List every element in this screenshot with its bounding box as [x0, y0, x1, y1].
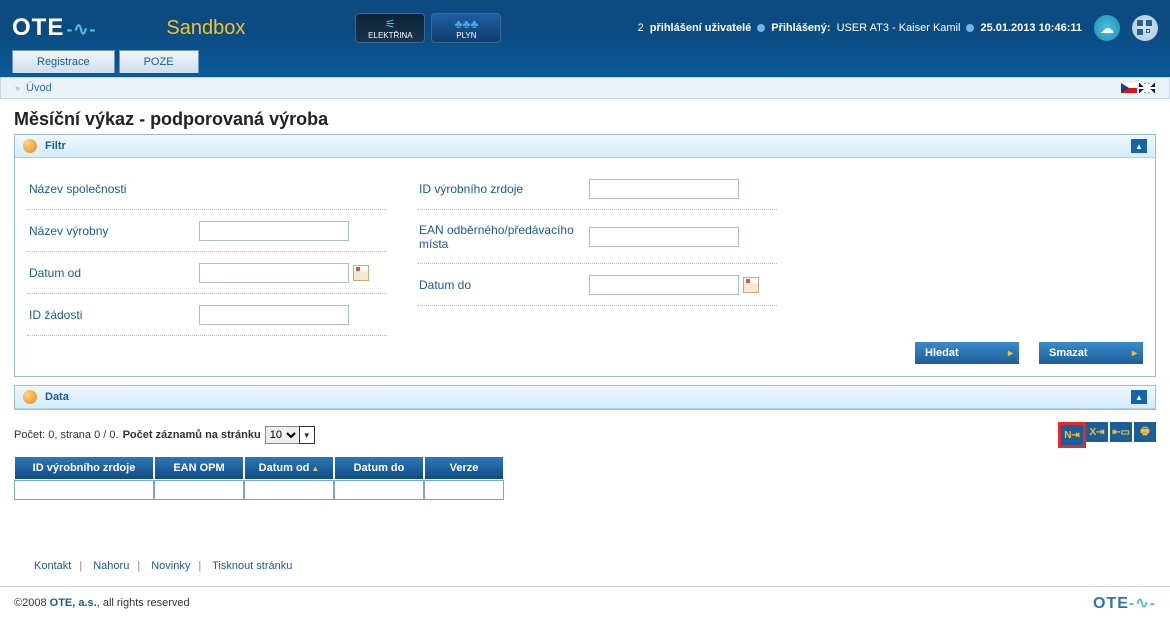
footer-bar: ©2008 OTE, a.s., all rights reserved OTE… — [0, 586, 1170, 619]
calendar-icon[interactable] — [353, 265, 369, 281]
user-name: USER AT3 - Kaiser Kamil — [837, 22, 961, 34]
page-size-label: Počet záznamů na stránku — [123, 429, 261, 441]
input-date-to[interactable] — [589, 275, 739, 295]
label-source-id: ID výrobního zrdoje — [419, 182, 589, 196]
main-nav: Registrace POZE — [12, 50, 1158, 77]
clear-button[interactable]: Smazat — [1039, 342, 1143, 364]
input-date-from[interactable] — [199, 263, 349, 283]
copyright: ©2008 OTE, a.s., all rights reserved — [14, 597, 190, 609]
label-plant: Název výrobny — [29, 224, 199, 238]
app-header: OTE -∿- Sandbox ⚟ ELEKTŘINA ♣♣♣ PLYN 2 p… — [0, 0, 1170, 77]
link-novinky[interactable]: Novinky — [151, 560, 190, 572]
logo-text: OTE — [12, 14, 64, 42]
electricity-tab[interactable]: ⚟ ELEKTŘINA — [355, 13, 425, 43]
dropdown-icon[interactable]: ▼ — [299, 426, 315, 444]
collapse-button[interactable]: ▲ — [1131, 390, 1147, 404]
label-date-from: Datum od — [29, 266, 199, 280]
logo: OTE -∿- — [12, 14, 96, 42]
label-date-to: Datum do — [419, 278, 589, 292]
page-size-select[interactable]: 10 — [265, 426, 300, 444]
print-button[interactable]: 🖶 — [1134, 422, 1156, 442]
search-button[interactable]: Hledat — [915, 342, 1019, 364]
logout-button[interactable] — [1132, 15, 1158, 41]
login-users-label: přihlášení uživatelé — [650, 22, 751, 34]
data-toolbar: Počet: 0, strana 0 / 0. Počet záznamů na… — [14, 418, 1156, 456]
input-request-id[interactable] — [199, 305, 349, 325]
link-kontakt[interactable]: Kontakt — [34, 560, 71, 572]
flag-cz-icon[interactable] — [1121, 83, 1137, 93]
logo-wave-icon: -∿- — [66, 19, 96, 40]
input-plant[interactable] — [199, 221, 349, 241]
page-title: Měsíční výkaz - podporovaná výroba — [14, 109, 1156, 130]
filter-header: Filtr ▲ — [15, 135, 1155, 158]
flag-uk-icon[interactable] — [1139, 83, 1155, 93]
record-count: Počet: 0, strana 0 / 0. — [14, 429, 119, 441]
col-ean-opm[interactable]: EAN OPM — [154, 456, 244, 480]
dot-icon — [757, 24, 765, 32]
footer-logo: OTE-∿- — [1093, 593, 1156, 613]
ball-icon — [23, 390, 37, 404]
input-ean[interactable] — [589, 227, 739, 247]
calendar-icon[interactable] — [743, 277, 759, 293]
login-count: 2 — [638, 22, 644, 34]
dot-icon — [966, 24, 974, 32]
export-new-button[interactable]: N⇥ — [1061, 425, 1083, 445]
col-source-id[interactable]: ID výrobního zrdoje — [14, 456, 154, 480]
tab-poze[interactable]: POZE — [119, 50, 199, 73]
chat-icon: ☁ — [1100, 20, 1114, 37]
chat-button[interactable]: ☁ — [1094, 15, 1120, 41]
col-date-from[interactable]: Datum od▲ — [244, 456, 334, 480]
label-ean: EAN odběrného/předávacího místa — [419, 223, 589, 251]
label-company: Název společnosti — [29, 182, 199, 196]
data-table: ID výrobního zrdoje EAN OPM Datum od▲ Da… — [14, 456, 504, 500]
table-row — [14, 480, 504, 500]
datetime: 25.01.2013 10:46:11 — [980, 22, 1082, 34]
env-label: Sandbox — [166, 17, 245, 40]
flame-icon: ♣♣♣ — [455, 17, 479, 31]
collapse-button[interactable]: ▲ — [1131, 139, 1147, 153]
data-panel: Data ▲ — [14, 385, 1156, 410]
filter-title: Filtr — [45, 140, 66, 152]
electricity-label: ELEKTŘINA — [368, 31, 412, 40]
breadcrumb-arrow-icon: » — [15, 83, 20, 93]
input-source-id[interactable] — [589, 179, 739, 199]
link-nahoru[interactable]: Nahoru — [93, 560, 129, 572]
col-version[interactable]: Verze — [424, 456, 504, 480]
data-title: Data — [45, 391, 69, 403]
highlight-box: N⇥ — [1058, 422, 1086, 448]
breadcrumb: » Úvod — [0, 77, 1170, 99]
filter-panel: Filtr ▲ Název společnosti Název výrobny … — [14, 134, 1156, 377]
breadcrumb-home-link[interactable]: Úvod — [26, 82, 52, 94]
sort-asc-icon: ▲ — [311, 464, 319, 473]
logout-icon — [1137, 20, 1154, 37]
label-request-id: ID žádosti — [29, 308, 199, 322]
footer-links: Kontakt| Nahoru| Novinky| Tisknout strán… — [14, 550, 1156, 582]
ball-icon — [23, 139, 37, 153]
export-excel-button[interactable]: X⇥ — [1086, 422, 1108, 442]
col-date-to[interactable]: Datum do — [334, 456, 424, 480]
data-header: Data ▲ — [15, 386, 1155, 409]
gas-label: PLYN — [456, 31, 476, 40]
plug-icon: ⚟ — [385, 17, 396, 31]
import-button[interactable]: ⇤▭ — [1110, 422, 1132, 442]
tab-registrace[interactable]: Registrace — [12, 50, 115, 73]
logged-in-label: Přihlášený: — [771, 22, 830, 34]
user-status-area: 2 přihlášení uživatelé Přihlášený: USER … — [638, 15, 1158, 41]
link-tisk[interactable]: Tisknout stránku — [212, 560, 292, 572]
gas-tab[interactable]: ♣♣♣ PLYN — [431, 13, 501, 43]
